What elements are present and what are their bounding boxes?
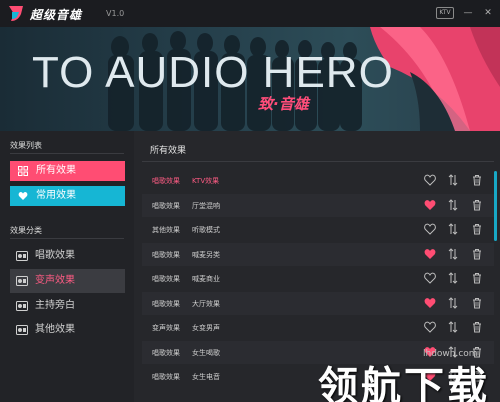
effect-list-header: 效果列表 [10,141,42,150]
category-voice-change[interactable]: 变声效果 [10,269,125,293]
effect-type: 变声效果 [152,324,180,332]
all-effects-label: 所有效果 [36,165,76,176]
effect-type: 唱歌效果 [152,250,180,259]
effect-name: 喊麦另类 [192,250,220,259]
reorder-arrows-icon[interactable] [448,272,458,284]
effect-row[interactable]: 变声效果 女变男声 [142,316,494,339]
category-host-narration[interactable]: 主持旁白 [10,294,125,318]
trash-icon[interactable] [472,199,482,211]
effect-name: KTV效果 [192,177,220,185]
panel-title: 所有效果 [150,146,187,156]
mic-icon [16,301,28,311]
title-bar: 超级音雄 V1.0 KTV — ✕ [0,0,500,27]
reorder-arrows-icon[interactable] [448,198,458,211]
minimize-button[interactable]: — [462,7,474,19]
watermark-text: 领航下载 [318,364,490,402]
effect-name: 大厅效果 [192,299,220,308]
close-button[interactable]: ✕ [482,7,494,19]
mic-icon [16,251,28,261]
reorder-arrows-icon[interactable] [448,321,458,333]
trash-icon[interactable] [472,248,482,260]
reorder-arrows-icon[interactable] [448,174,458,186]
trash-icon[interactable] [472,297,482,309]
scrollbar[interactable] [494,171,497,241]
mic-icon [16,276,28,286]
effect-type: 其他效果 [152,226,180,234]
effect-type: 唱歌效果 [152,299,180,308]
effect-row[interactable]: 唱歌效果 KTV效果 [142,169,494,192]
effect-row[interactable]: 其他效果 听歌模式 [142,218,494,241]
favorite-heart-icon[interactable] [424,223,436,235]
favorite-heart-icon[interactable] [424,321,436,333]
favorite-heart-icon[interactable] [424,174,436,186]
heart-icon [18,191,28,200]
effect-name: 厅堂混响 [192,201,220,210]
banner-subtitle: 致·音雄 [258,95,309,113]
reorder-arrows-icon[interactable] [448,223,458,235]
common-effects-label: 常用效果 [36,190,76,201]
effect-name: 听歌模式 [192,226,220,234]
effect-name: 女生电音 [192,373,220,381]
version-label: V1.0 [106,9,125,18]
category-other[interactable]: 其他效果 [10,318,125,342]
app-logo-icon [9,6,23,21]
all-effects-button[interactable]: 所有效果 [10,161,125,181]
favorite-heart-icon[interactable] [424,199,436,211]
category-label: 其他效果 [35,324,75,335]
effect-type: 唱歌效果 [152,348,180,357]
trash-icon[interactable] [472,272,482,284]
effect-name: 喊麦商业 [192,275,220,283]
effect-name: 女变男声 [192,324,220,332]
category-label: 唱歌效果 [35,250,75,261]
favorite-heart-icon[interactable] [424,272,436,284]
mic-icon [16,325,28,335]
effect-type: 唱歌效果 [152,275,180,283]
effect-row[interactable]: 唱歌效果 大厅效果 [142,291,494,315]
favorite-heart-icon[interactable] [424,297,436,309]
reorder-arrows-icon[interactable] [448,296,458,309]
effect-row[interactable]: 唱歌效果 厅堂混响 [142,193,494,217]
banner-title: TO AUDIO HERO [32,48,394,97]
trash-icon[interactable] [472,174,482,186]
divider [10,238,124,239]
ktv-mode-button[interactable]: KTV [436,7,454,19]
category-header: 效果分类 [10,226,42,235]
category-label: 变声效果 [35,275,75,286]
common-effects-button[interactable]: 常用效果 [10,186,125,206]
divider [142,161,494,162]
trash-icon[interactable] [472,223,482,235]
effect-type: 唱歌效果 [152,373,180,381]
reorder-arrows-icon[interactable] [448,247,458,260]
effect-type: 唱歌效果 [152,201,180,210]
effect-type: 唱歌效果 [152,177,180,185]
effect-name: 女生喝歌 [192,348,220,357]
trash-icon[interactable] [472,321,482,333]
sidebar: 效果列表 所有效果 常用效果 效果分类 唱歌效果 变声效果 主持旁白 其他效果 [0,131,134,402]
effect-row[interactable]: 唱歌效果 喊麦商业 [142,267,494,290]
grid-icon [18,166,28,176]
effect-row[interactable]: 唱歌效果 喊麦另类 [142,242,494,266]
divider [10,153,124,154]
category-singing[interactable]: 唱歌效果 [10,244,125,268]
hero-banner: TO AUDIO HERO 致·音雄 [0,27,500,131]
favorite-heart-icon[interactable] [424,248,436,260]
category-label: 主持旁白 [35,300,75,311]
app-title: 超级音雄 [30,8,83,22]
